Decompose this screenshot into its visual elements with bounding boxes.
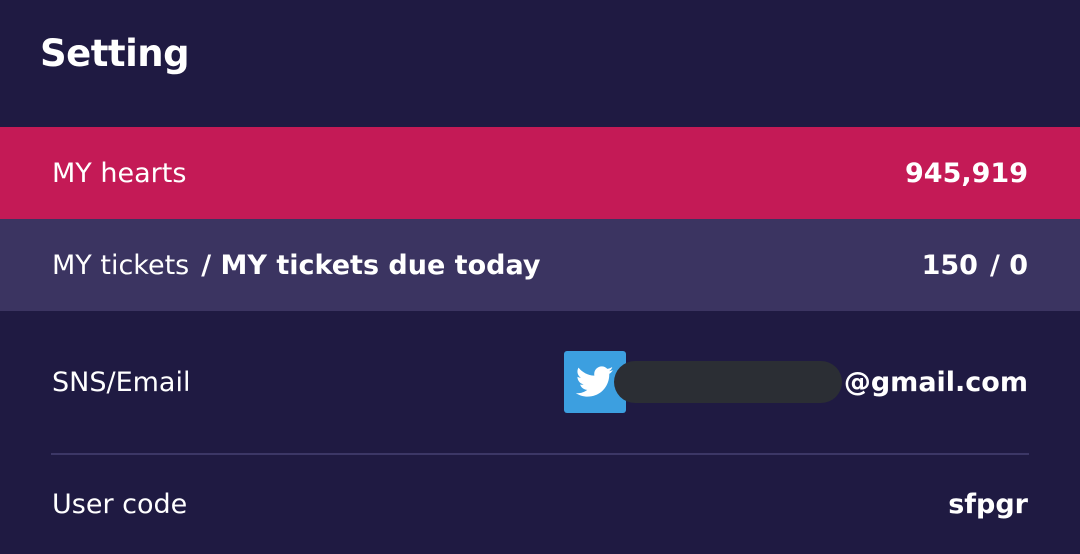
tickets-due-today-value: / 0: [989, 249, 1028, 281]
email-domain: @gmail.com: [843, 366, 1028, 398]
my-tickets-value: 150: [921, 249, 978, 281]
sns-account: @gmail.com: [563, 351, 1028, 413]
user-code-label: User code: [52, 489, 188, 520]
my-hearts-label: MY hearts: [52, 157, 187, 189]
tickets-due-today-label: / MY tickets due today: [201, 249, 541, 281]
user-code-value: sfpgr: [948, 489, 1028, 520]
sns-email-row[interactable]: SNS/Email @gmail.com: [0, 311, 1080, 453]
my-tickets-row[interactable]: MY tickets / MY tickets due today 150 / …: [0, 219, 1080, 311]
sns-email-label: SNS/Email: [52, 366, 191, 398]
my-hearts-value: 945,919: [905, 157, 1028, 189]
settings-page: Setting MY hearts 945,919 MY tickets / M…: [0, 0, 1080, 554]
redacted-email-mask: [613, 361, 842, 403]
user-code-row[interactable]: User code sfpgr: [0, 455, 1080, 554]
page-title: Setting: [40, 32, 190, 75]
my-tickets-label: MY tickets: [52, 249, 190, 281]
my-hearts-row[interactable]: MY hearts 945,919: [0, 127, 1080, 219]
